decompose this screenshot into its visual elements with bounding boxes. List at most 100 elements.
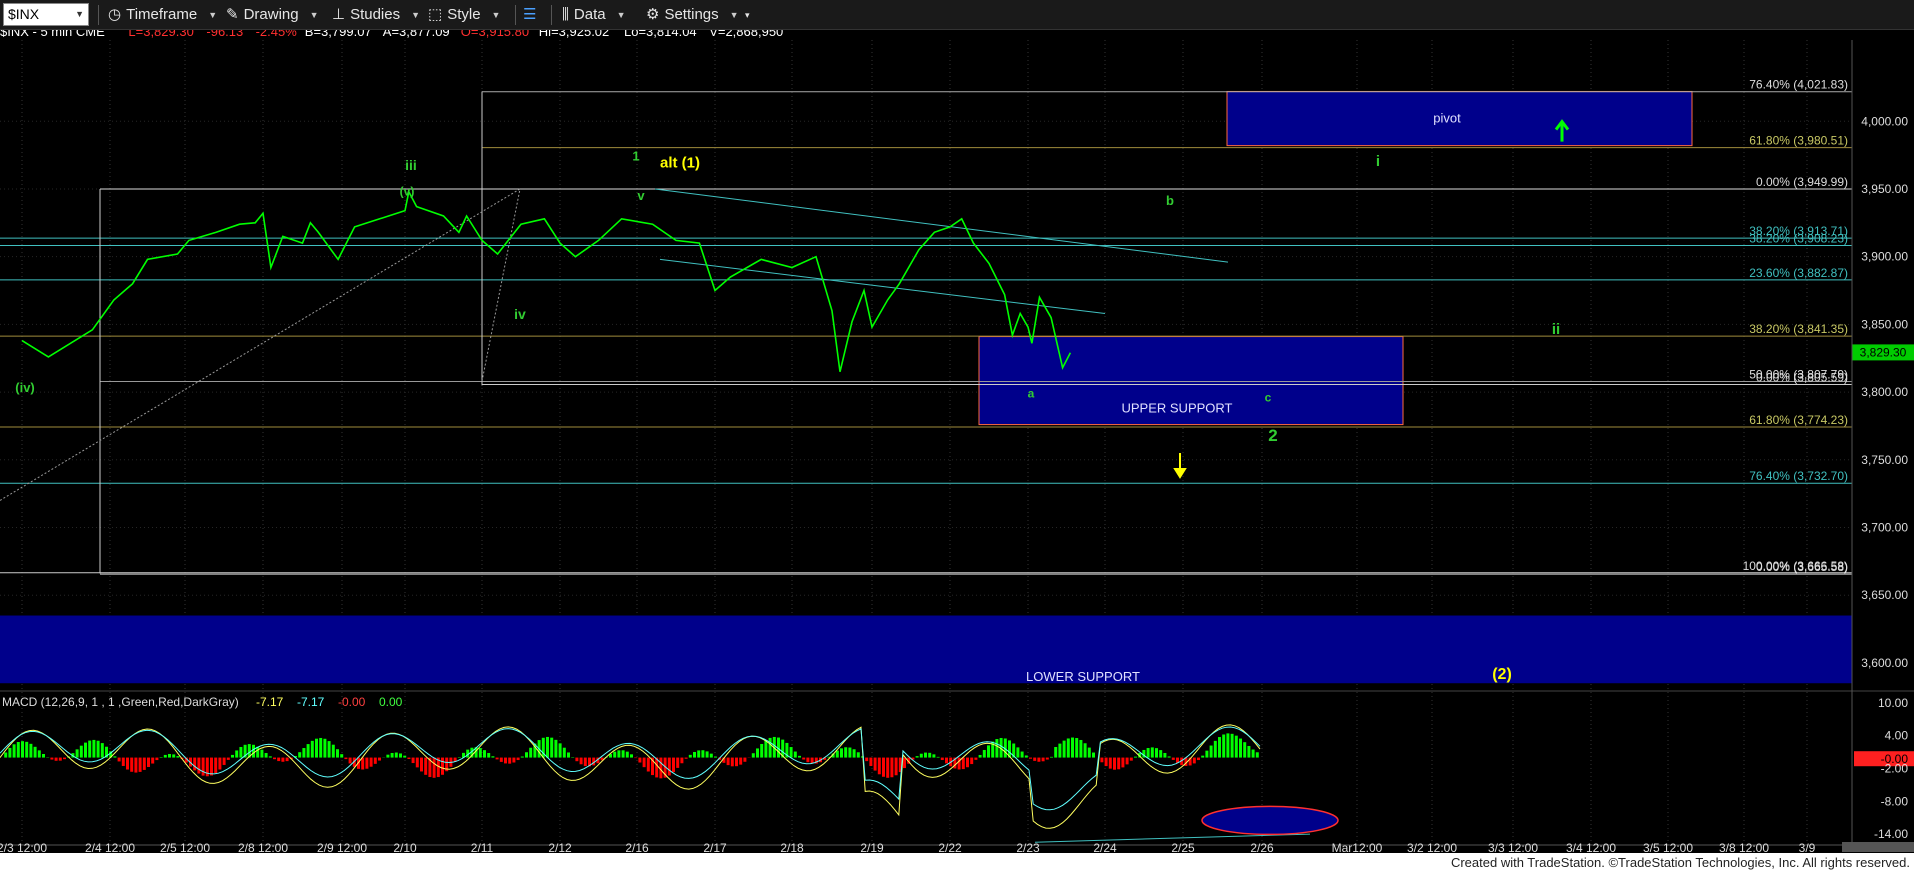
- macd-histogram-bar: [638, 757, 642, 763]
- macd-histogram-bar: [369, 757, 373, 767]
- macd-histogram-bar: [995, 739, 999, 758]
- macd-histogram-bar: [714, 756, 717, 758]
- macd-tick: 10.00: [1878, 696, 1908, 710]
- studies-label: Studies: [350, 6, 401, 23]
- time-tick: 2/22: [938, 841, 962, 853]
- macd-histogram-bar: [1016, 747, 1020, 758]
- macd-histogram-bar: [331, 744, 335, 758]
- macd-histogram-bar: [21, 741, 24, 758]
- macd-histogram-bar: [764, 740, 768, 758]
- header-field: $INX - 5 min CME: [0, 30, 105, 39]
- wave-label: iii: [405, 157, 417, 173]
- macd-histogram-bar: [940, 757, 944, 761]
- macd-histogram-bar: [394, 752, 398, 758]
- macd-histogram-bar: [1129, 757, 1133, 761]
- drawing-menu[interactable]: ✎ Drawing ▼: [226, 4, 319, 26]
- toolbar-divider: [515, 5, 516, 25]
- macd-histogram-bar: [760, 743, 764, 758]
- macd-histogram-bar: [399, 753, 402, 758]
- price-tick: 3,900.00: [1861, 250, 1908, 264]
- macd-histogram-bar: [84, 742, 87, 758]
- chart-area[interactable]: pivot UPPER SUPPORT LOWER SUPPORT 76.40% (…: [0, 30, 1914, 853]
- macd-histogram-bar: [58, 757, 62, 761]
- macd-histogram-bar: [1050, 756, 1053, 758]
- time-tick: 2/26: [1250, 841, 1274, 853]
- price-series: 3,829.30: [21, 189, 1914, 372]
- macd-histogram-bar: [844, 747, 848, 758]
- macd-histogram-bar: [1243, 742, 1247, 758]
- header-field: -2.45%: [256, 30, 298, 39]
- settings-menu[interactable]: ⚙ Settings ▼: [646, 4, 739, 26]
- macd-histogram-bar: [1058, 743, 1062, 758]
- macd-histogram-bar: [79, 745, 83, 758]
- macd-histogram-bar: [239, 746, 243, 758]
- macd-histogram-bar: [1062, 740, 1066, 758]
- macd-histogram-bar: [126, 757, 129, 770]
- macd-histogram-bar: [520, 756, 524, 758]
- macd-histogram-bar: [54, 757, 58, 761]
- macd-histogram-bar: [386, 754, 390, 758]
- timeframe-menu[interactable]: ◷ Timeframe ▼: [108, 4, 217, 26]
- macd-histogram-bar: [336, 749, 339, 758]
- symbol-input[interactable]: $INX ▼: [3, 3, 89, 26]
- time-tick: 3/5 12:00: [1643, 841, 1693, 853]
- dotted-trendline: [0, 188, 521, 501]
- macd-histogram-bar: [75, 749, 79, 758]
- macd-histogram-bar: [630, 754, 633, 758]
- macd-histogram-bar: [1041, 757, 1045, 762]
- macd-histogram-bar: [730, 757, 734, 767]
- macd-histogram-bar: [625, 751, 629, 758]
- price-tick: 3,700.00: [1861, 521, 1908, 535]
- macd-histogram-bar: [323, 738, 327, 758]
- price-tick: 3,600.00: [1861, 656, 1908, 670]
- macd-histogram-bar: [1108, 757, 1112, 769]
- symbol-dropdown-icon[interactable]: ▼: [75, 4, 84, 25]
- toolbar-overflow-button[interactable]: ▾: [745, 4, 750, 26]
- time-tick: 2/25: [1171, 841, 1195, 853]
- macd-histogram-bar: [8, 747, 12, 758]
- macd-histogram-bar: [201, 757, 205, 776]
- zone-label: pivot: [1433, 111, 1461, 126]
- price-line: [21, 189, 1072, 372]
- macd-histogram-bar: [235, 750, 239, 758]
- fib-levels: 76.40% (4,021.83) 61.80% (3,980.51) 0.00% …: [0, 78, 1852, 575]
- macd-histogram-bar: [432, 757, 436, 778]
- macd-histogram-bar: [113, 756, 117, 758]
- macd-histogram-bar: [252, 744, 255, 758]
- fib-label: 61.80% (3,980.51): [1749, 134, 1848, 148]
- macd-histogram-bar: [256, 746, 260, 758]
- macd-histogram-bar: [285, 757, 289, 762]
- studies-menu[interactable]: ⊥ Studies ▼: [332, 4, 420, 26]
- macd-histogram-bar: [134, 757, 138, 773]
- price-tick: 3,950.00: [1861, 182, 1908, 196]
- macd-value: 0.00: [379, 695, 403, 709]
- macd-histogram-bar: [424, 757, 428, 775]
- macd-histogram-bar: [1075, 738, 1079, 758]
- header-field: L=3,829.30: [128, 30, 193, 39]
- macd-histogram-bar: [508, 757, 512, 764]
- macd-histogram-bar: [743, 757, 747, 762]
- zone-label: UPPER SUPPORT: [1121, 401, 1232, 416]
- macd-histogram-bar: [768, 737, 772, 758]
- macd-histogram-bar: [1033, 757, 1037, 761]
- macd-histogram-bar: [1083, 743, 1087, 758]
- macd-histogram-bar: [1201, 755, 1205, 758]
- macd-histogram-bar: [562, 747, 566, 758]
- layout-button[interactable]: ☰: [523, 4, 536, 26]
- macd-histogram-bar: [852, 749, 856, 758]
- macd-histogram-bar: [1113, 757, 1116, 770]
- macd-histogram-bar: [306, 744, 310, 758]
- style-menu[interactable]: ⬚ Style ▼: [428, 4, 500, 26]
- macd-histogram-bar: [558, 743, 562, 758]
- macd-histogram-bar: [1121, 757, 1125, 768]
- scrollbar[interactable]: [1842, 842, 1914, 852]
- macd-histogram-bar: [756, 748, 759, 758]
- time-tick: 2/12: [548, 841, 572, 853]
- macd-histogram-bar: [151, 757, 155, 764]
- fib-label: 38.20% (3,841.35): [1749, 322, 1848, 336]
- channel-upper-line: [654, 188, 1229, 263]
- macd-histogram-bar: [882, 757, 885, 777]
- wave-label: iv: [514, 306, 526, 322]
- data-menu[interactable]: ⫼ Data ▼: [562, 4, 626, 26]
- macd-histogram-bar: [642, 757, 646, 768]
